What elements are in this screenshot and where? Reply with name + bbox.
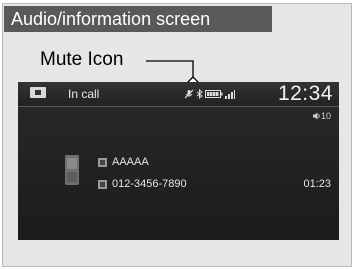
phone-number-icon [98, 179, 107, 189]
phone-tab-icon[interactable] [30, 87, 46, 98]
mute-icon [184, 89, 194, 99]
contact-icon [98, 157, 107, 167]
caller-number-row: 012-3456-7890 [98, 178, 187, 190]
speaker-icon [312, 112, 320, 120]
battery-icon [205, 90, 223, 98]
status-icons [184, 89, 235, 99]
caller-name: AAAAA [112, 156, 149, 168]
volume-level: 10 [320, 111, 331, 121]
call-status-text: In call [68, 87, 100, 101]
bluetooth-icon [196, 89, 203, 99]
status-bar: In call 12:34 [18, 82, 339, 107]
signal-icon [225, 89, 235, 99]
mobile-phone-icon [65, 155, 79, 185]
audio-information-screen: In call 12:34 10 AAAAA 012-3456-7890 01:… [18, 82, 339, 240]
volume-indicator: 10 [312, 111, 331, 121]
caller-name-row: AAAAA [98, 156, 149, 168]
caller-number: 012-3456-7890 [112, 178, 187, 190]
call-duration: 01:23 [303, 178, 331, 190]
clock: 12:34 [277, 82, 333, 105]
